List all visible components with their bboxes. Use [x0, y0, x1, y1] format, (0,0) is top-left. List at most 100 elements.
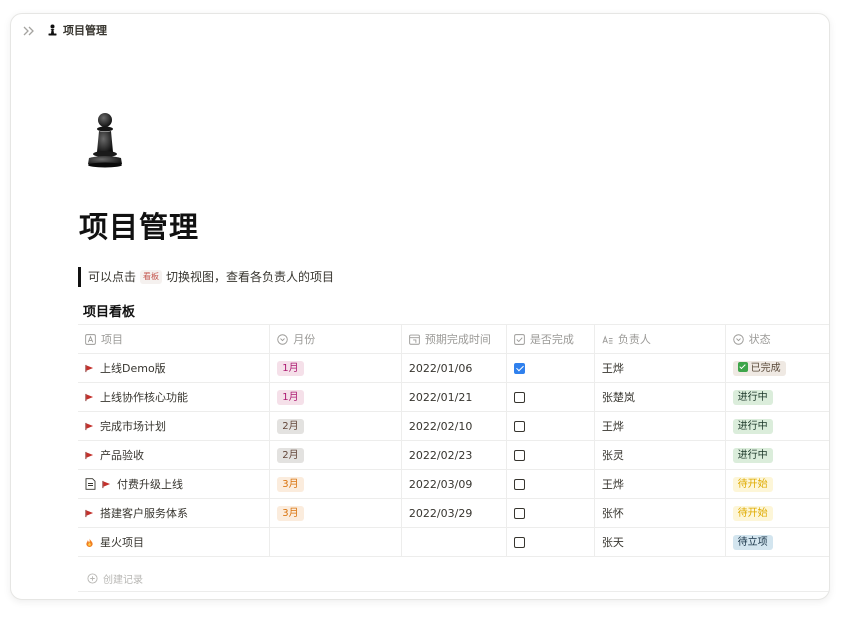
project-cell[interactable]: 上线协作核心功能 [78, 382, 271, 412]
owner-cell[interactable]: 张灵 [594, 440, 726, 470]
status-cell[interactable]: 进行中 [725, 440, 829, 470]
month-cell[interactable]: 2月 [269, 440, 402, 470]
status-cell[interactable]: 进行中 [725, 411, 829, 441]
project-name: 完成市场计划 [100, 420, 166, 433]
project-name: 上线协作核心功能 [100, 391, 188, 404]
status-cell[interactable]: 已完成 [725, 353, 829, 383]
page-pawn-icon[interactable] [85, 112, 125, 170]
due-date-cell[interactable]: 2022/02/10 [401, 411, 507, 441]
app-window: 项目管理 项目管理 可以点击 看板 切换视图，查看各负责人的项目 项目看板 项目… [10, 13, 830, 600]
done-cell [506, 498, 595, 528]
status-cell[interactable]: 待立项 [725, 527, 829, 557]
status-label: 进行中 [737, 449, 768, 461]
column-header-5[interactable]: 状态 [725, 324, 829, 354]
due-date-cell[interactable]: 2022/02/23 [401, 440, 507, 470]
status-tag: 待立项 [732, 534, 773, 550]
month-cell[interactable]: 2月 [269, 411, 402, 441]
column-header-label: 是否完成 [529, 333, 574, 346]
quote-block[interactable]: 可以点击 看板 切换视图，查看各负责人的项目 [78, 267, 334, 287]
owner-cell[interactable]: 张怀 [594, 498, 726, 528]
table-row[interactable]: 付费升级上线 3月 2022/03/09 王烨 待开始 [78, 469, 829, 499]
checkbox-unchecked[interactable] [513, 450, 525, 461]
select-icon [732, 333, 744, 345]
page-title[interactable]: 项目管理 [79, 204, 199, 246]
due-date-cell[interactable] [401, 527, 507, 557]
column-header-label: 预期完成时间 [424, 333, 491, 346]
status-tag: 待开始 [732, 476, 773, 492]
checkbox-checked[interactable] [513, 363, 525, 374]
project-name: 搭建客户服务体系 [100, 507, 188, 520]
status-tag: 进行中 [732, 389, 773, 405]
sidebar-toggle-icon[interactable] [21, 23, 37, 39]
project-name: 产品验收 [100, 449, 144, 462]
checkbox-unchecked[interactable] [513, 508, 525, 519]
owner-cell[interactable]: 王烨 [594, 411, 726, 441]
database-title[interactable]: 项目看板 [83, 301, 135, 320]
column-header-2[interactable]: 预期完成时间 [401, 324, 507, 354]
red-flag-icon [85, 393, 94, 401]
done-cell [506, 527, 595, 557]
project-name: 付费升级上线 [117, 478, 183, 491]
done-cell [506, 440, 595, 470]
table-row[interactable]: 上线Demo版 1月 2022/01/06 王烨 已完成 [78, 353, 829, 383]
column-header-1[interactable]: 月份 [269, 324, 402, 354]
table-row[interactable]: 完成市场计划 2月 2022/02/10 王烨 进行中 [78, 411, 829, 441]
month-tag: 1月 [277, 360, 304, 376]
status-cell[interactable]: 待开始 [725, 498, 829, 528]
checkbox-icon [514, 333, 525, 345]
project-cell[interactable]: 星火项目 [78, 527, 271, 557]
project-cell[interactable]: 产品验收 [78, 440, 271, 470]
plus-circle-icon [87, 573, 98, 584]
checkbox-unchecked[interactable] [513, 479, 525, 490]
month-tag: 3月 [277, 505, 304, 521]
due-date-cell[interactable]: 2022/03/09 [401, 469, 507, 499]
project-cell[interactable]: 付费升级上线 [78, 469, 271, 499]
document-icon[interactable] [85, 478, 96, 490]
due-date-cell[interactable]: 2022/01/06 [401, 353, 507, 383]
column-header-0[interactable]: 项目 [78, 324, 271, 354]
select-icon [277, 333, 288, 345]
owner-cell[interactable]: 张楚岚 [594, 382, 726, 412]
owner-cell[interactable]: 张天 [594, 527, 726, 557]
month-cell[interactable]: 1月 [269, 382, 402, 412]
checkbox-unchecked[interactable] [513, 392, 525, 403]
check-mark-icon [737, 361, 748, 372]
project-cell[interactable]: 完成市场计划 [78, 411, 271, 441]
table-row[interactable]: 产品验收 2月 2022/02/23 张灵 进行中 [78, 440, 829, 470]
red-flag-icon [85, 422, 94, 430]
owner-cell[interactable]: 王烨 [594, 353, 726, 383]
status-tag: 已完成 [732, 360, 786, 376]
table-row[interactable]: 星火项目 张天 待立项 [78, 527, 829, 557]
month-cell[interactable]: 3月 [269, 498, 402, 528]
month-tag: 3月 [277, 476, 304, 492]
status-label: 待开始 [737, 478, 768, 490]
column-header-label: 状态 [748, 333, 771, 346]
month-cell[interactable]: 3月 [269, 469, 402, 499]
due-date-cell[interactable]: 2022/03/29 [401, 498, 507, 528]
text-icon [85, 333, 96, 345]
project-cell[interactable]: 上线Demo版 [78, 353, 271, 383]
owner-cell[interactable]: 王烨 [594, 469, 726, 499]
column-header-3[interactable]: 是否完成 [506, 324, 595, 354]
status-cell[interactable]: 待开始 [725, 469, 829, 499]
column-header-4[interactable]: 负责人 [594, 324, 726, 354]
status-cell[interactable]: 进行中 [725, 382, 829, 412]
red-flag-icon [102, 480, 111, 488]
project-cell[interactable]: 搭建客户服务体系 [78, 498, 271, 528]
due-date-cell[interactable]: 2022/01/21 [401, 382, 507, 412]
calendar-icon [409, 334, 420, 345]
stats-button[interactable]: 统计 ⌄ [235, 598, 267, 599]
table-row[interactable]: 上线协作核心功能 1月 2022/01/21 张楚岚 进行中 [78, 382, 829, 412]
status-label: 已完成 [750, 362, 781, 374]
quote-text-after: 切换视图，查看各负责人的项目 [166, 270, 335, 284]
red-flag-icon [85, 509, 94, 517]
month-cell[interactable]: 1月 [269, 353, 402, 383]
breadcrumb[interactable]: 项目管理 [47, 22, 107, 38]
fire-icon [86, 537, 93, 547]
new-record-button[interactable]: 创建记录 [87, 571, 143, 586]
table-row[interactable]: 搭建客户服务体系 3月 2022/03/29 张怀 待开始 [78, 498, 829, 528]
month-cell[interactable] [269, 527, 402, 557]
status-label: 进行中 [737, 420, 768, 432]
checkbox-unchecked[interactable] [513, 537, 525, 548]
checkbox-unchecked[interactable] [513, 421, 525, 432]
